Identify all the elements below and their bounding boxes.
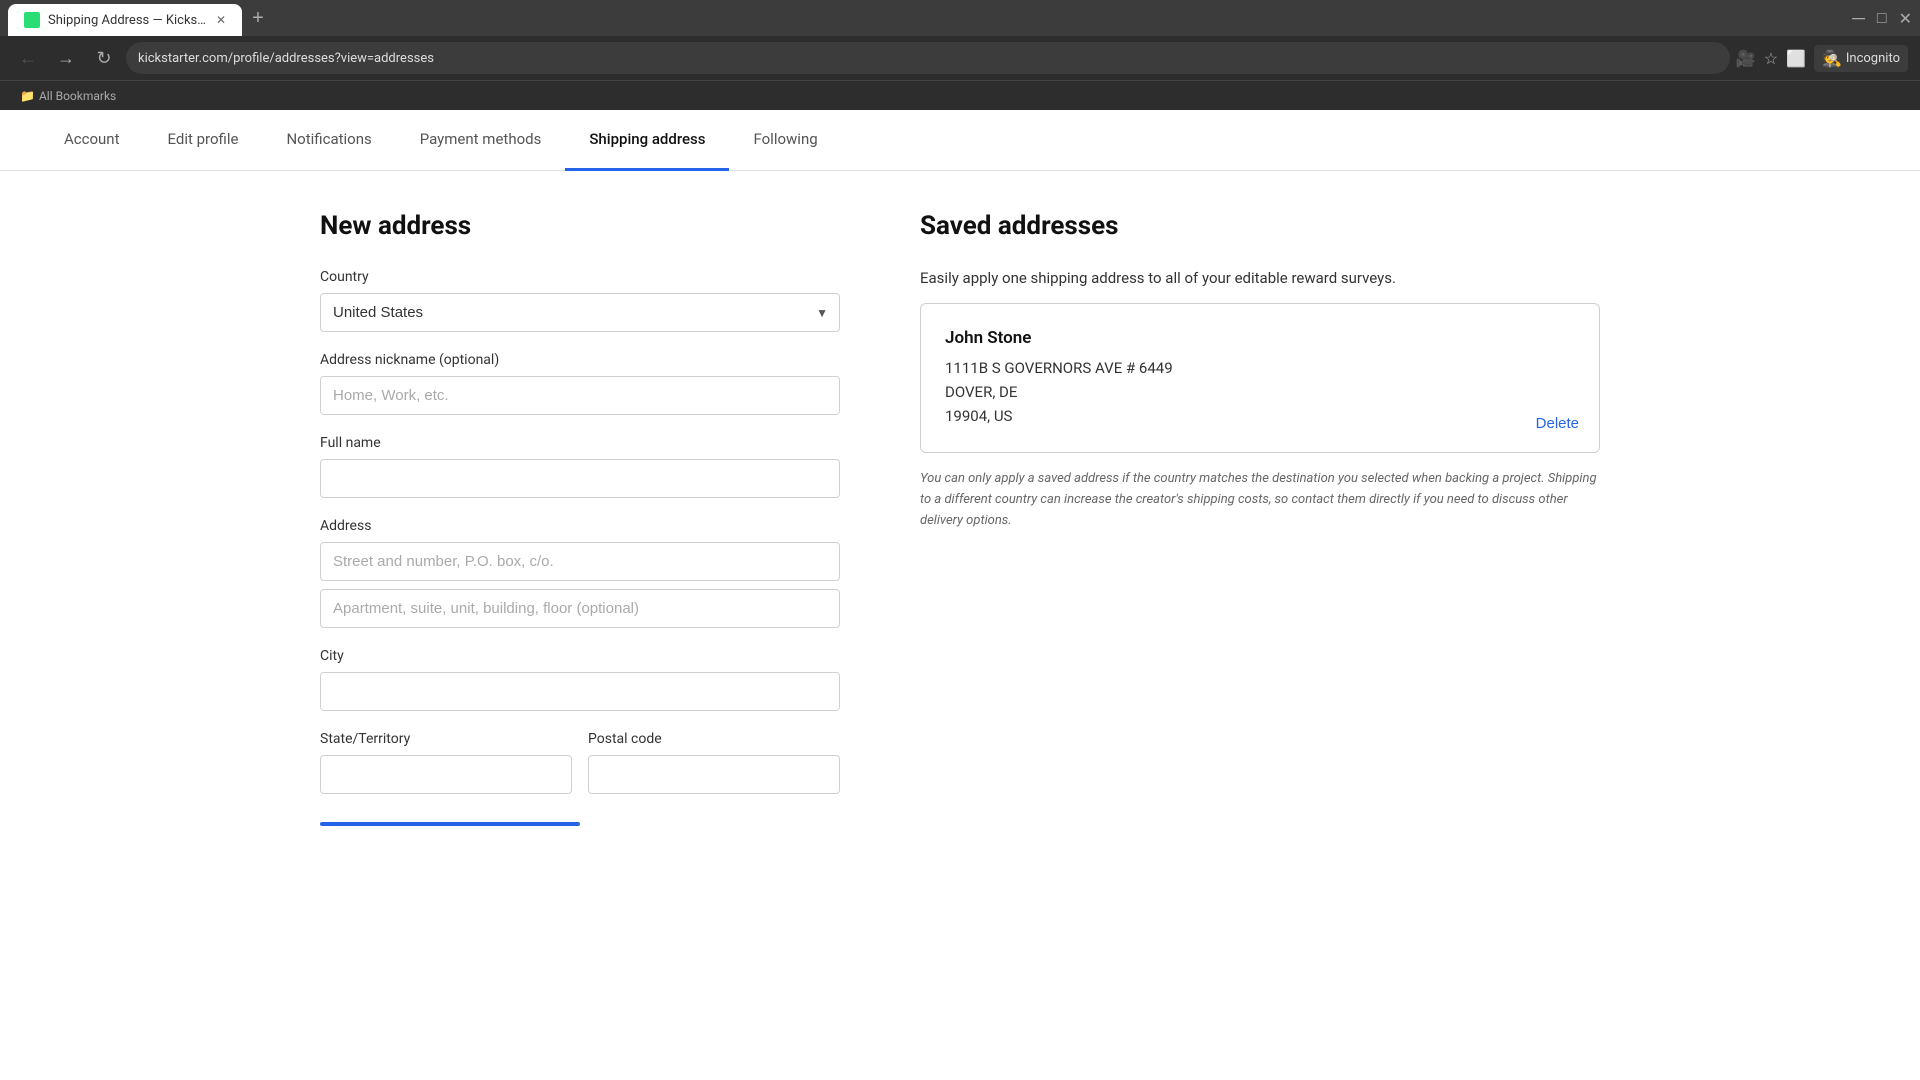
- reload-button[interactable]: ↻: [88, 42, 120, 74]
- tab-following[interactable]: Following: [729, 110, 841, 171]
- fullname-group: Full name: [320, 435, 840, 498]
- saved-address-line2: DOVER, DE: [945, 380, 1575, 404]
- back-button[interactable]: ←: [12, 42, 44, 74]
- saved-address-card: John Stone 1111B S GOVERNORS AVE # 6449 …: [920, 303, 1600, 453]
- new-address-section: New address Country United States Canada…: [320, 211, 840, 826]
- saved-addresses-note: You can only apply a saved address if th…: [920, 469, 1600, 531]
- city-label: City: [320, 648, 840, 664]
- state-group: State/Territory: [320, 731, 572, 794]
- address-line1-input[interactable]: [320, 542, 840, 581]
- address-label: Address: [320, 518, 840, 534]
- tablet-icon[interactable]: ⬜: [1786, 49, 1806, 68]
- tab-edit-profile[interactable]: Edit profile: [144, 110, 263, 171]
- postal-label: Postal code: [588, 731, 840, 747]
- nickname-input[interactable]: [320, 376, 840, 415]
- country-select[interactable]: United States Canada United Kingdom Aust…: [320, 293, 840, 332]
- progress-bar-container: [320, 822, 840, 826]
- country-label: Country: [320, 269, 840, 285]
- saved-addresses-description: Easily apply one shipping address to all…: [920, 269, 1600, 287]
- delete-address-button[interactable]: Delete: [1536, 415, 1579, 432]
- bookmarks-item[interactable]: 📁 All Bookmarks: [12, 87, 124, 105]
- address-line2-input[interactable]: [320, 589, 840, 628]
- saved-address-line1: 1111B S GOVERNORS AVE # 6449: [945, 356, 1575, 380]
- progress-bar: [320, 822, 580, 826]
- tab-shipping-address[interactable]: Shipping address: [565, 110, 729, 171]
- camera-off-icon: 🎥: [1736, 49, 1756, 68]
- forward-button[interactable]: →: [50, 42, 82, 74]
- incognito-label: Incognito: [1846, 51, 1900, 66]
- state-input[interactable]: [320, 755, 572, 794]
- tab-notifications[interactable]: Notifications: [262, 110, 395, 171]
- state-postal-row: State/Territory Postal code: [320, 731, 840, 814]
- city-input[interactable]: [320, 672, 840, 711]
- state-label: State/Territory: [320, 731, 572, 747]
- minimize-button[interactable]: ─: [1852, 8, 1865, 29]
- city-group: City: [320, 648, 840, 711]
- incognito-button[interactable]: 🕵 Incognito: [1814, 45, 1908, 72]
- tab-title: Shipping Address — Kickstarter: [48, 13, 208, 28]
- fullname-label: Full name: [320, 435, 840, 451]
- country-group: Country United States Canada United King…: [320, 269, 840, 332]
- close-button[interactable]: ✕: [1899, 9, 1912, 28]
- tab-close-button[interactable]: ✕: [216, 13, 226, 27]
- maximize-button[interactable]: □: [1877, 8, 1887, 28]
- tab-payment-methods[interactable]: Payment methods: [396, 110, 566, 171]
- saved-address-line3: 19904, US: [945, 404, 1575, 428]
- address-bar[interactable]: kickstarter.com/profile/addresses?view=a…: [126, 42, 1730, 74]
- address-group: Address: [320, 518, 840, 628]
- bookmark-icon[interactable]: ☆: [1764, 49, 1778, 68]
- new-tab-button[interactable]: +: [242, 0, 274, 36]
- saved-addresses-section: Saved addresses Easily apply one shippin…: [920, 211, 1600, 826]
- country-select-wrapper: United States Canada United Kingdom Aust…: [320, 293, 840, 332]
- tab-account[interactable]: Account: [40, 110, 144, 171]
- page-nav: Account Edit profile Notifications Payme…: [0, 110, 1920, 171]
- nickname-group: Address nickname (optional): [320, 352, 840, 415]
- nickname-label: Address nickname (optional): [320, 352, 840, 368]
- postal-group: Postal code: [588, 731, 840, 794]
- saved-address-name: John Stone: [945, 328, 1575, 348]
- bookmarks-label: All Bookmarks: [39, 89, 116, 103]
- postal-input[interactable]: [588, 755, 840, 794]
- saved-addresses-title: Saved addresses: [920, 211, 1600, 241]
- url-text: kickstarter.com/profile/addresses?view=a…: [138, 51, 434, 66]
- browser-tab[interactable]: Shipping Address — Kickstarter ✕: [8, 4, 242, 36]
- fullname-input[interactable]: [320, 459, 840, 498]
- bookmarks-folder-icon: 📁: [20, 89, 35, 103]
- incognito-icon: 🕵: [1822, 49, 1842, 68]
- tab-favicon: [24, 12, 40, 28]
- new-address-title: New address: [320, 211, 840, 241]
